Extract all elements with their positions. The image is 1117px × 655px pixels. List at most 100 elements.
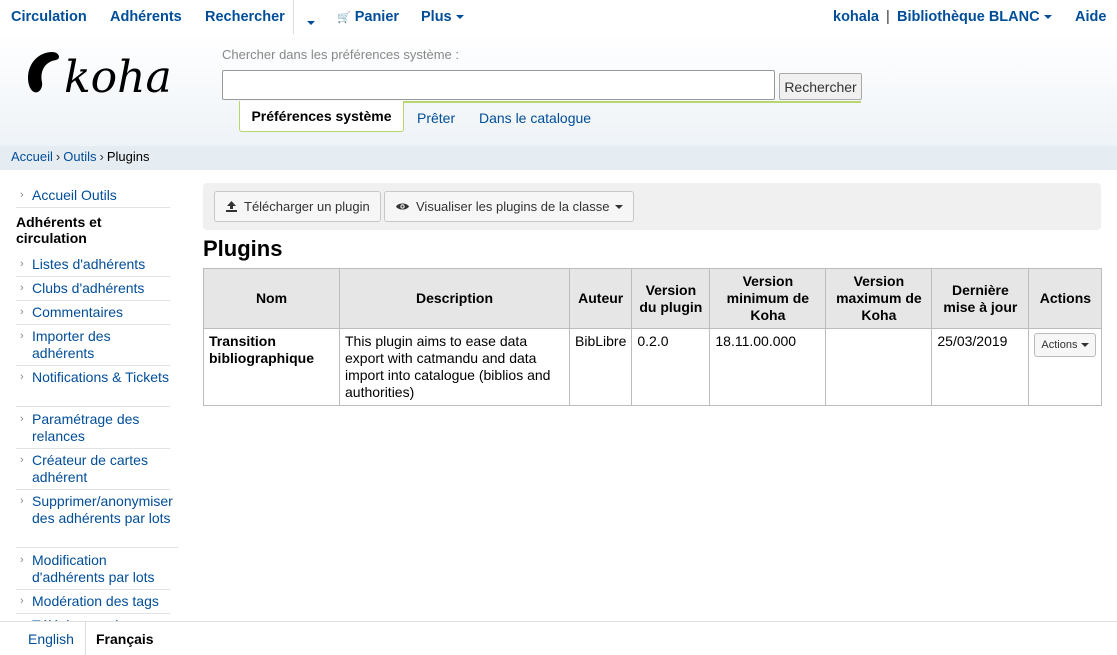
sidebar-item-patron-card-creator[interactable]: › Créateur de cartes adhérent bbox=[16, 452, 170, 490]
logo-text: koha bbox=[64, 52, 172, 100]
nav-circulation[interactable]: Circulation bbox=[11, 9, 87, 25]
search-tabs-divider bbox=[403, 101, 861, 103]
table-row: Transition bibliographique This plugin a… bbox=[203, 328, 1103, 406]
sidebar-item-label: Importer des adhérents bbox=[32, 328, 111, 361]
sidebar-item-label: Créateur de cartes adhérent bbox=[32, 452, 148, 485]
chevron-right-icon: › bbox=[20, 371, 24, 383]
sidebar-item-comments[interactable]: › Commentaires bbox=[16, 304, 170, 325]
chevron-right-icon: › bbox=[20, 258, 24, 270]
nav-more-label: Plus bbox=[421, 9, 452, 25]
sidebar-item-patron-lists[interactable]: › Listes d'adhérents bbox=[16, 256, 170, 277]
page-title: Plugins bbox=[203, 236, 283, 261]
sidebar-section-heading: Adhérents et circulation bbox=[16, 214, 102, 246]
plugin-actions-button[interactable]: Actions bbox=[1034, 333, 1097, 357]
column-header-name: Nom bbox=[203, 268, 340, 329]
sidebar-item-tag-moderation[interactable]: › Modération des tags bbox=[16, 593, 170, 614]
plugin-description: This plugin aims to ease data export wit… bbox=[339, 328, 570, 406]
breadcrumb-separator: › bbox=[55, 149, 61, 164]
language-bar: English Français bbox=[0, 621, 1117, 655]
tab-catalog-search[interactable]: Dans le catalogue bbox=[479, 110, 591, 126]
column-header-plugin-version: Version du plugin bbox=[631, 268, 711, 329]
nav-library-label: Bibliothèque BLANC bbox=[897, 9, 1040, 25]
top-navbar: Circulation Adhérents Rechercher 🛒 Panier… bbox=[0, 0, 1117, 34]
cart-icon: 🛒 bbox=[337, 12, 351, 24]
tab-checkout[interactable]: Prêter bbox=[417, 110, 455, 126]
sidebar-item-label: Clubs d'adhérents bbox=[32, 280, 145, 296]
chevron-down-icon bbox=[1043, 15, 1052, 20]
tab-system-preferences[interactable]: Préférences système bbox=[239, 101, 404, 132]
column-header-actions: Actions bbox=[1028, 268, 1103, 329]
eye-icon bbox=[396, 203, 409, 210]
column-header-author: Auteur bbox=[568, 268, 633, 329]
breadcrumb-home[interactable]: Accueil bbox=[11, 149, 53, 164]
sidebar-item-label: Modification d'adhérents par lots bbox=[32, 552, 155, 585]
nav-cart-label: Panier bbox=[354, 9, 400, 25]
chevron-right-icon: › bbox=[20, 454, 24, 466]
plugins-table: Nom Description Auteur Version du plugin… bbox=[203, 268, 1103, 406]
nav-patrons[interactable]: Adhérents bbox=[110, 9, 182, 25]
nav-search-dropdown-toggle[interactable] bbox=[303, 15, 315, 31]
breadcrumb-tools[interactable]: Outils bbox=[63, 149, 96, 164]
chevron-down-icon bbox=[455, 15, 464, 20]
nav-user-separator: | bbox=[886, 9, 890, 25]
sidebar-item-label: Supprimer/anonymiser des adhérents par l… bbox=[32, 493, 173, 526]
upload-plugin-button[interactable]: Télécharger un plugin bbox=[214, 191, 381, 222]
sidebar-item-batch-delete-patrons[interactable]: › Supprimer/anonymiser des adhérents par … bbox=[16, 493, 178, 548]
nav-library[interactable]: Bibliothèque BLANC bbox=[897, 9, 1052, 25]
language-divider bbox=[85, 622, 86, 655]
syspref-search-input[interactable] bbox=[222, 70, 775, 100]
chevron-right-icon: › bbox=[20, 595, 24, 607]
sidebar-item-tools-home[interactable]: › Accueil Outils bbox=[16, 187, 170, 208]
sidebar-item-import-patrons[interactable]: › Importer des adhérents bbox=[16, 328, 170, 366]
chevron-right-icon: › bbox=[20, 330, 24, 342]
nav-user[interactable]: kohala bbox=[833, 9, 879, 25]
sidebar-item-label: Paramétrage des relances bbox=[32, 411, 140, 444]
language-current-french: Français bbox=[96, 631, 154, 647]
view-plugins-by-class-button[interactable]: Visualiser les plugins de la classe bbox=[384, 191, 635, 222]
table-header-row: Nom Description Auteur Version du plugin… bbox=[203, 268, 1103, 329]
column-header-min-koha: Version minimum de Koha bbox=[709, 268, 827, 329]
syspref-search-button[interactable]: Rechercher bbox=[779, 73, 862, 100]
language-english-link[interactable]: English bbox=[28, 631, 74, 647]
sidebar-item-label: Modération des tags bbox=[32, 593, 159, 609]
plugin-version: 0.2.0 bbox=[631, 328, 711, 406]
breadcrumb-current: Plugins bbox=[106, 149, 150, 164]
column-header-description: Description bbox=[339, 268, 570, 329]
chevron-down-icon bbox=[615, 204, 624, 209]
chevron-right-icon: › bbox=[20, 306, 24, 318]
plugin-author: BibLibre bbox=[568, 328, 633, 406]
plugin-last-update: 25/03/2019 bbox=[931, 328, 1030, 406]
sidebar-item-label: Notifications & Tickets bbox=[32, 369, 169, 385]
sidebar-item-label: Accueil Outils bbox=[32, 187, 117, 203]
chevron-right-icon: › bbox=[20, 495, 24, 507]
chevron-right-icon: › bbox=[20, 554, 24, 566]
chevron-right-icon: › bbox=[20, 413, 24, 425]
nav-search[interactable]: Rechercher bbox=[205, 9, 285, 25]
koha-logo[interactable]: koha bbox=[26, 48, 186, 103]
nav-divider bbox=[293, 0, 294, 34]
sidebar-item-overdue-rules[interactable]: › Paramétrage des relances bbox=[16, 411, 170, 449]
chevron-down-icon bbox=[307, 21, 315, 26]
sidebar-item-patron-clubs[interactable]: › Clubs d'adhérents bbox=[16, 280, 170, 301]
plugin-max-koha bbox=[825, 328, 933, 406]
actions-label: Actions bbox=[1041, 339, 1078, 351]
upload-plugin-label: Télécharger un plugin bbox=[244, 199, 370, 214]
column-header-last-update: Dernière mise à jour bbox=[931, 268, 1030, 329]
header: koha Chercher dans les préférences systè… bbox=[0, 34, 1117, 146]
plugin-min-koha: 18.11.00.000 bbox=[709, 328, 827, 406]
plugins-toolbar: Télécharger un plugin Visualiser les plu… bbox=[203, 183, 1101, 230]
nav-cart[interactable]: 🛒 Panier bbox=[337, 9, 399, 25]
breadcrumb-separator: › bbox=[99, 149, 104, 164]
breadcrumb: Accueil › Outils › Plugins bbox=[0, 146, 1117, 170]
nav-help[interactable]: Aide bbox=[1075, 9, 1106, 25]
chevron-down-icon bbox=[1081, 343, 1090, 348]
koha-logo-mark: koha bbox=[28, 52, 172, 103]
column-header-max-koha: Version maximum de Koha bbox=[825, 268, 933, 329]
sidebar-item-notices-slips[interactable]: › Notifications & Tickets bbox=[16, 369, 170, 407]
sidebar-item-batch-modify-patrons[interactable]: › Modification d'adhérents par lots bbox=[16, 552, 170, 590]
sidebar-item-label: Commentaires bbox=[32, 304, 124, 320]
chevron-right-icon: › bbox=[20, 282, 24, 294]
nav-more[interactable]: Plus bbox=[421, 9, 464, 25]
sidebar-item-label: Listes d'adhérents bbox=[32, 256, 146, 272]
plugin-actions-cell: Actions bbox=[1028, 328, 1103, 406]
